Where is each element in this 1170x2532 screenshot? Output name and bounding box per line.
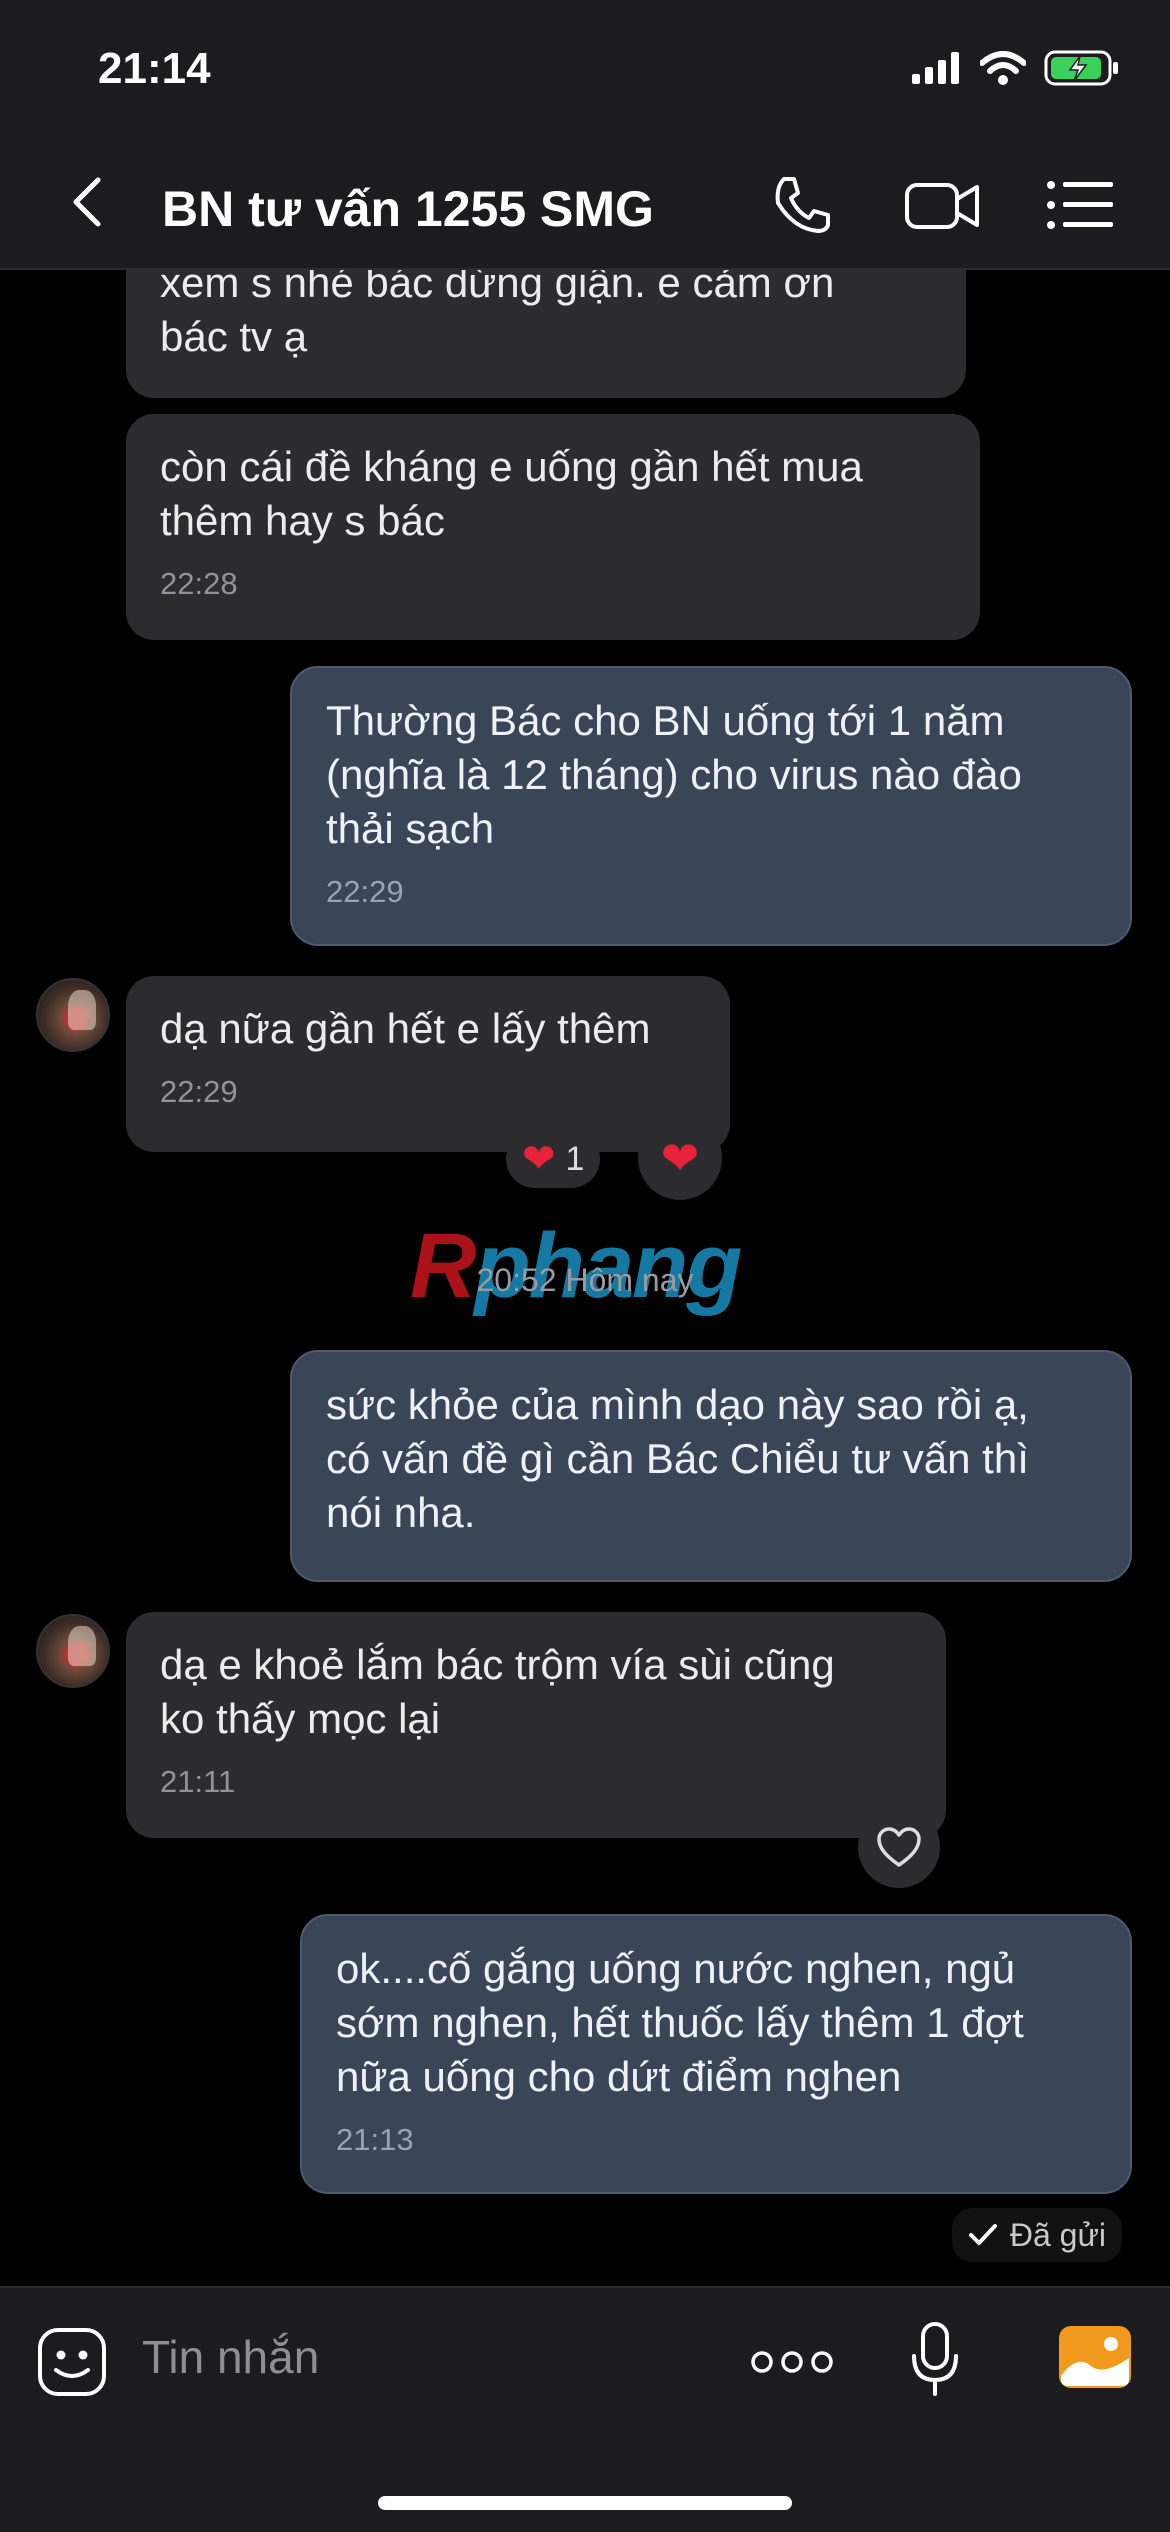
list-menu-icon — [1047, 181, 1113, 229]
sticker-button[interactable] — [34, 2324, 110, 2400]
message-input[interactable]: Tin nhắn — [142, 2330, 319, 2384]
microphone-icon — [912, 2322, 958, 2396]
message-incoming[interactable]: còn cái đề kháng e uống gần hết mua thêm… — [126, 414, 980, 640]
message-outgoing[interactable]: sức khỏe của mình dạo này sao rồi ạ, có … — [290, 1350, 1132, 1582]
react-button[interactable]: ❤ — [638, 1116, 722, 1200]
heart-reaction-icon: ❤ — [522, 1137, 556, 1181]
more-dots-icon — [751, 2351, 833, 2373]
message-text: ok....cố gắng uống nước nghen, ngủ sớm n… — [336, 1945, 1024, 2100]
home-indicator — [378, 2496, 792, 2510]
message-text: dạ nữa gần hết e lấy thêm — [160, 1005, 651, 1052]
voice-message-button[interactable] — [900, 2318, 970, 2402]
heart-outline-icon — [877, 1827, 921, 1867]
message-outgoing[interactable]: Thường Bác cho BN uống tới 1 năm (nghĩa … — [290, 666, 1132, 946]
reaction-count: 1 — [565, 1139, 585, 1178]
more-options-button[interactable] — [748, 2332, 836, 2392]
battery-charging-icon — [1044, 50, 1118, 86]
checkmark-icon — [968, 2224, 997, 2245]
message-incoming[interactable]: dạ e khoẻ lắm bác trộm vía sùi cũng ko t… — [126, 1612, 946, 1838]
video-call-button[interactable] — [898, 170, 988, 240]
message-outgoing[interactable]: ok....cố gắng uống nước nghen, ngủ sớm n… — [300, 1914, 1132, 2194]
phone-icon — [775, 177, 830, 233]
composer-bar: Tin nhắn — [0, 2286, 1170, 2532]
voice-call-button[interactable] — [762, 170, 842, 240]
message-incoming[interactable]: dạ nữa gần hết e lấy thêm 22:29 — [126, 976, 730, 1152]
chevron-left-icon — [73, 177, 101, 227]
message-text: xem s nhé bác dừng giận. e cảm ơn bác tv… — [160, 259, 835, 360]
message-text: dạ e khoẻ lắm bác trộm vía sùi cũng ko t… — [160, 1641, 835, 1742]
emoji-sticker-icon — [38, 2328, 106, 2396]
video-camera-icon — [905, 183, 979, 229]
heart-filled-icon: ❤ — [660, 1132, 700, 1184]
message-time: 22:29 — [160, 1074, 238, 1109]
image-gallery-icon — [1059, 2326, 1131, 2388]
chat-menu-button[interactable] — [1040, 170, 1120, 240]
sent-status: Đã gửi — [951, 2208, 1122, 2262]
message-text: còn cái đề kháng e uống gần hết mua thêm… — [160, 443, 863, 544]
contact-avatar[interactable] — [36, 1614, 110, 1688]
chat-title: BN tư vấn 1255 SMG — [162, 181, 654, 237]
back-button[interactable] — [60, 172, 120, 232]
date-separator: 20:52 Hôm nay — [476, 1262, 694, 1298]
reaction-summary[interactable]: ❤ 1 — [506, 1130, 601, 1188]
contact-avatar[interactable] — [36, 978, 110, 1052]
cellular-signal-icon — [912, 52, 959, 84]
message-time: 22:29 — [326, 874, 404, 909]
gallery-button[interactable] — [1056, 2322, 1134, 2392]
top-bar: 21:14 BN tư vấn 1255 SMG — [0, 0, 1170, 270]
message-time: 21:13 — [336, 2122, 414, 2157]
sent-status-label: Đã gửi — [1009, 2216, 1106, 2253]
message-time: 21:11 — [160, 1764, 236, 1799]
message-time: 22:28 — [160, 566, 238, 601]
react-button[interactable] — [858, 1806, 940, 1888]
wifi-icon — [980, 51, 1026, 85]
message-text: Thường Bác cho BN uống tới 1 năm (nghĩa … — [326, 697, 1022, 852]
status-icons — [912, 50, 1120, 86]
message-text: sức khỏe của mình dạo này sao rồi ạ, có … — [326, 1381, 1029, 1536]
status-time: 21:14 — [98, 44, 211, 93]
